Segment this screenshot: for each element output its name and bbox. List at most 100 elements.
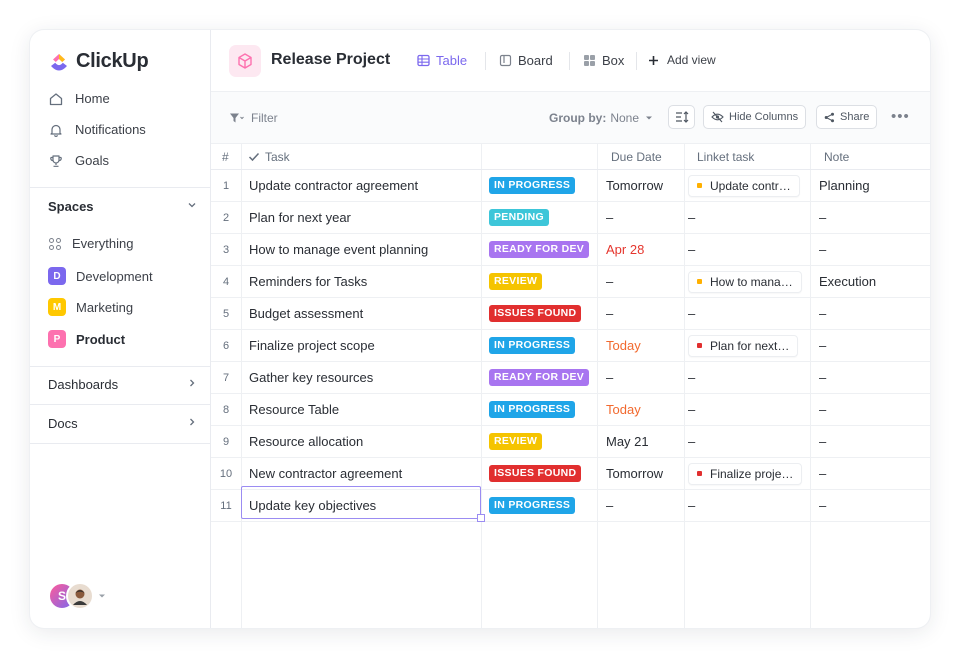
nav-goals[interactable]: Goals: [48, 153, 109, 168]
note-cell[interactable]: –: [819, 458, 826, 489]
status-cell[interactable]: PENDING: [489, 202, 549, 233]
due-date-cell[interactable]: Apr 28: [606, 234, 644, 265]
linked-task-cell[interactable]: How to mana…: [688, 266, 802, 297]
due-date-cell[interactable]: –: [606, 298, 613, 329]
due-date-cell[interactable]: –: [606, 362, 613, 393]
linked-task-cell[interactable]: –: [688, 202, 695, 233]
tab-box[interactable]: Box: [583, 53, 624, 68]
note-cell[interactable]: –: [819, 362, 826, 393]
linked-task-cell[interactable]: Finalize proje…: [688, 458, 803, 489]
linked-task-cell[interactable]: –: [688, 298, 695, 329]
note-cell[interactable]: –: [819, 298, 826, 329]
linked-task-cell[interactable]: Update contr…: [688, 170, 800, 201]
status-cell[interactable]: READY FOR DEV: [489, 234, 590, 265]
clickup-logo[interactable]: ClickUp: [48, 50, 149, 73]
due-date-cell[interactable]: –: [606, 490, 613, 521]
table-row[interactable]: 10 New contractor agreement ISSUES FOUND To…: [211, 458, 930, 490]
note-cell[interactable]: Execution: [819, 266, 876, 297]
task-name-cell[interactable]: Update key objectives: [249, 490, 477, 521]
column-header-task[interactable]: Task: [248, 150, 290, 164]
note-cell[interactable]: –: [819, 490, 826, 521]
status-cell[interactable]: READY FOR DEV: [489, 362, 590, 393]
nav-notifications[interactable]: Notifications: [48, 122, 146, 137]
table-row[interactable]: 9 Resource allocation REVIEW May 21 – –: [211, 426, 930, 458]
table-row[interactable]: 6 Finalize project scope IN PROGRESS Today P…: [211, 330, 930, 362]
note-cell[interactable]: –: [819, 202, 826, 233]
task-name-cell[interactable]: Update contractor agreement: [249, 170, 477, 201]
status-cell[interactable]: ISSUES FOUND: [489, 298, 582, 329]
spaces-header[interactable]: Spaces: [48, 199, 198, 214]
docs-header[interactable]: Docs: [48, 416, 198, 431]
share-button[interactable]: Share: [816, 105, 878, 129]
column-header-note[interactable]: Note: [824, 150, 849, 164]
filter-button[interactable]: Filter: [229, 111, 278, 125]
status-cell[interactable]: REVIEW: [489, 426, 543, 457]
user-menu[interactable]: S: [48, 582, 106, 610]
status-cell[interactable]: IN PROGRESS: [489, 170, 576, 201]
due-date-cell[interactable]: –: [606, 202, 613, 233]
linked-task-chip[interactable]: Finalize proje…: [688, 462, 803, 485]
linked-task-cell[interactable]: –: [688, 490, 695, 521]
task-name-cell[interactable]: Resource allocation: [249, 426, 477, 457]
sort-button[interactable]: [668, 105, 695, 129]
task-name-cell[interactable]: Finalize project scope: [249, 330, 477, 361]
linked-task-cell[interactable]: Plan for next…: [688, 330, 799, 361]
add-view-button[interactable]: Add view: [648, 53, 716, 67]
linked-task-cell[interactable]: –: [688, 362, 695, 393]
linked-task-chip[interactable]: How to mana…: [688, 270, 802, 293]
table-row[interactable]: 11 Update key objectives IN PROGRESS – – –: [211, 490, 930, 522]
task-name-cell[interactable]: Resource Table: [249, 394, 477, 425]
task-name-cell[interactable]: Gather key resources: [249, 362, 477, 393]
column-header-due-date[interactable]: Due Date: [611, 150, 662, 164]
hide-columns-button[interactable]: Hide Columns: [703, 105, 807, 129]
note-cell[interactable]: –: [819, 394, 826, 425]
status-cell[interactable]: ISSUES FOUND: [489, 458, 582, 489]
note-cell[interactable]: –: [819, 426, 826, 457]
table-row[interactable]: 4 Reminders for Tasks REVIEW – How to mana… E…: [211, 266, 930, 298]
table-icon: [417, 54, 430, 67]
task-name-cell[interactable]: New contractor agreement: [249, 458, 477, 489]
due-date-cell[interactable]: May 21: [606, 426, 649, 457]
due-date-cell[interactable]: Tomorrow: [606, 170, 663, 201]
linked-task-cell[interactable]: –: [688, 394, 695, 425]
table-row[interactable]: 5 Budget assessment ISSUES FOUND – – –: [211, 298, 930, 330]
space-marketing[interactable]: M Marketing: [48, 298, 133, 316]
space-development[interactable]: D Development: [48, 267, 153, 285]
due-date-cell[interactable]: –: [606, 266, 613, 297]
status-cell[interactable]: IN PROGRESS: [489, 490, 576, 521]
space-product[interactable]: P Product: [48, 330, 125, 348]
task-name-cell[interactable]: Budget assessment: [249, 298, 477, 329]
dashboards-header[interactable]: Dashboards: [48, 377, 198, 392]
table-row[interactable]: 8 Resource Table IN PROGRESS Today – –: [211, 394, 930, 426]
tab-board[interactable]: Board: [499, 53, 553, 68]
tab-table[interactable]: Table: [417, 53, 467, 68]
linked-task-cell[interactable]: –: [688, 234, 695, 265]
status-cell[interactable]: IN PROGRESS: [489, 330, 576, 361]
tab-separator: [636, 52, 637, 70]
group-by-dropdown[interactable]: Group by: None: [549, 111, 653, 125]
task-name-cell[interactable]: How to manage event planning: [249, 234, 477, 265]
linked-task-cell[interactable]: –: [688, 426, 695, 457]
task-name-cell[interactable]: Plan for next year: [249, 202, 477, 233]
note-cell[interactable]: Planning: [819, 170, 870, 201]
linked-task-chip[interactable]: Update contr…: [688, 174, 800, 197]
table-row[interactable]: 7 Gather key resources READY FOR DEV – – –: [211, 362, 930, 394]
note-text: –: [819, 498, 827, 513]
space-everything[interactable]: Everything: [48, 236, 133, 251]
table-row[interactable]: 1 Update contractor agreement IN PROGRESS T…: [211, 170, 930, 202]
due-date-cell[interactable]: Today: [606, 330, 641, 361]
table-row[interactable]: 2 Plan for next year PENDING – – –: [211, 202, 930, 234]
status-cell[interactable]: REVIEW: [489, 266, 543, 297]
note-cell[interactable]: –: [819, 330, 826, 361]
due-date-cell[interactable]: Tomorrow: [606, 458, 663, 489]
task-name-cell[interactable]: Reminders for Tasks: [249, 266, 477, 297]
nav-home[interactable]: Home: [48, 91, 110, 106]
fill-handle[interactable]: [477, 514, 485, 522]
note-cell[interactable]: –: [819, 234, 826, 265]
status-cell[interactable]: IN PROGRESS: [489, 394, 576, 425]
column-header-linked-task[interactable]: Linket task: [697, 150, 754, 164]
due-date-cell[interactable]: Today: [606, 394, 641, 425]
linked-task-chip[interactable]: Plan for next…: [688, 334, 799, 357]
table-row[interactable]: 3 How to manage event planning READY FOR D…: [211, 234, 930, 266]
more-options-icon[interactable]: •••: [891, 108, 910, 125]
